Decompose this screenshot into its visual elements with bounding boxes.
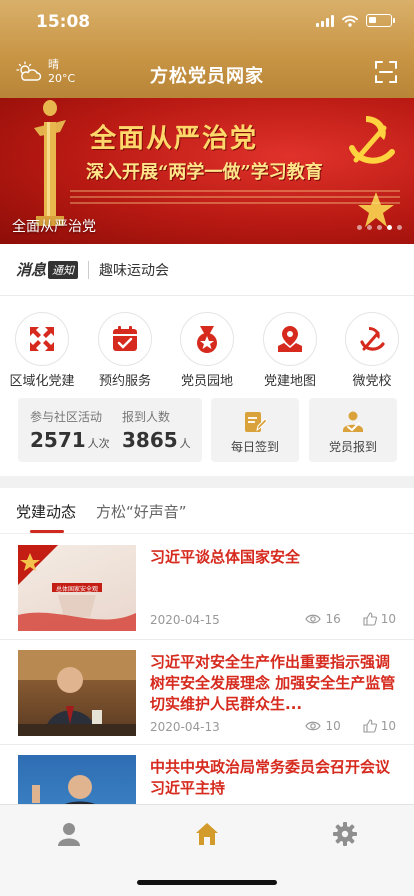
eye-icon (305, 614, 322, 624)
page-title: 方松党员网家 (150, 66, 264, 87)
news-title: 中共中央政治局常务委员会召开会议 习近平主持 (150, 758, 391, 797)
banner-title: 全面从严治党 (90, 124, 259, 154)
party-emblem-icon (349, 116, 395, 164)
tab-profile[interactable] (54, 819, 84, 849)
wifi-icon (342, 14, 358, 27)
news-stats: 10 10 (305, 719, 396, 733)
stat-unit: 人次 (87, 437, 110, 450)
banner-caption: 全面从严治党 (12, 219, 96, 235)
news-item[interactable]: 总体国家安全观 习近平谈总体国家安全 2020-04-15 16 10 (0, 535, 414, 640)
calendar-check-icon (113, 326, 137, 351)
news-date: 2020-04-15 (150, 613, 220, 627)
status-icons (316, 14, 395, 27)
news-tabs: 党建动态 方松“好声音” (0, 488, 414, 534)
home-icon (196, 823, 218, 845)
edit-note-icon (245, 412, 267, 432)
news-thumbnail (18, 650, 136, 736)
thumbs-up-icon (363, 719, 377, 733)
notice-divider (88, 260, 90, 279)
stat-activity: 参与社区活动 2571 人次 (30, 408, 110, 452)
member-report-button[interactable]: 党员报到 (309, 398, 397, 462)
carousel-indicator[interactable] (357, 225, 402, 230)
stat-label: 报到人数 (122, 410, 171, 424)
news-thumbnail: 总体国家安全观 (18, 545, 136, 631)
tab-settings[interactable] (330, 819, 360, 849)
like-count: 10 (380, 719, 396, 733)
member-check-icon (343, 411, 363, 432)
view-count: 10 (325, 719, 341, 733)
regional-party-icon (30, 327, 54, 351)
action-label: 党员报到 (328, 440, 377, 454)
battery-icon (366, 14, 395, 27)
quick-item-label: 党员园地 (180, 374, 233, 389)
carousel-dot[interactable] (397, 225, 402, 230)
quick-item-party-map[interactable]: 党建地图 (250, 312, 330, 389)
action-label: 每日签到 (230, 440, 279, 454)
news-item[interactable]: 习近平对安全生产作出重要指示强调 树牢安全发展理念 加强安全生产监管 切实维护人… (0, 640, 414, 745)
quick-item-micro-school[interactable]: 微党校 (332, 312, 412, 389)
app-header: 15:08 晴 20°C 方松党员网家 (0, 0, 414, 98)
stat-label: 参与社区活动 (30, 410, 103, 424)
section-divider (0, 476, 414, 488)
scan-icon (375, 61, 397, 83)
banner-carousel[interactable]: 全面从严治党 深入开展“两学一做”学习教育 全面从严治党 (0, 98, 414, 244)
app-screen: 15:08 晴 20°C 方松党员网家 全面从严治党 深入开展“两学一做”学习教… (0, 0, 414, 896)
scan-button[interactable] (374, 60, 398, 88)
tab-home[interactable] (192, 819, 222, 849)
leader-photo-icon (18, 650, 136, 736)
quick-item-booking[interactable]: 预约服务 (85, 312, 165, 389)
news-title: 习近平对安全生产作出重要指示强调 树牢安全发展理念 加强安全生产监管 切实维护人… (150, 653, 396, 713)
notice-text[interactable]: 趣味运动会 (99, 260, 169, 280)
home-indicator[interactable] (137, 880, 277, 885)
thumb-caption: 总体国家安全观 (55, 586, 98, 593)
tab-good-voice[interactable]: 方松“好声音” (96, 501, 187, 522)
settings-gear-icon (333, 822, 357, 846)
quick-item-label: 区域化党建 (9, 374, 75, 389)
carousel-dot[interactable] (377, 225, 382, 230)
news-thumbnail (18, 755, 136, 804)
tab-active-indicator (30, 530, 64, 533)
eye-icon (305, 721, 322, 731)
stats-panel: 参与社区活动 2571 人次 报到人数 3865 人 (18, 398, 202, 462)
quick-item-regional-party[interactable]: 区域化党建 (2, 312, 82, 389)
banner-subtitle: 深入开展“两学一做”学习教育 (86, 162, 323, 183)
tab-party-news[interactable]: 党建动态 (16, 501, 76, 522)
meeting-photo-icon (32, 775, 95, 804)
party-emblem-icon (360, 327, 385, 351)
carousel-dot[interactable] (357, 225, 362, 230)
notice-badge: 通知 (48, 260, 79, 279)
banner-decor-lines (70, 190, 400, 208)
like-count: 10 (380, 612, 396, 626)
map-pin-icon (278, 326, 302, 352)
stat-unit: 人 (179, 437, 191, 450)
quick-item-label: 党建地图 (263, 374, 316, 389)
stat-registered: 报到人数 3865 人 (122, 408, 191, 452)
quick-item-label: 预约服务 (98, 374, 151, 389)
news-title: 习近平谈总体国家安全 (150, 548, 301, 566)
stat-value: 2571 (30, 428, 86, 452)
carousel-dot[interactable] (367, 225, 372, 230)
stat-value: 3865 (122, 428, 178, 452)
cellular-signal-icon (316, 14, 334, 27)
notice-bar[interactable]: 消息 通知 趣味运动会 (0, 244, 414, 296)
carousel-dot-active[interactable] (387, 225, 392, 230)
news-item[interactable]: 中共中央政治局常务委员会召开会议 习近平主持 (0, 745, 414, 804)
quick-item-label: 微党校 (352, 374, 392, 389)
quick-item-member-garden[interactable]: 党员园地 (167, 312, 247, 389)
user-icon (58, 823, 80, 846)
news-date: 2020-04-13 (150, 720, 220, 734)
daily-sign-in-button[interactable]: 每日签到 (211, 398, 299, 462)
news-stats: 16 10 (305, 612, 396, 626)
thumbs-up-icon (363, 612, 377, 626)
notice-label: 消息 (16, 261, 47, 279)
view-count: 16 (325, 612, 341, 626)
quick-menu: 区域化党建 预约服务 党员园地 党建地图 微党校 (0, 306, 414, 389)
medal-star-icon (197, 326, 217, 353)
status-time: 15:08 (36, 12, 91, 32)
